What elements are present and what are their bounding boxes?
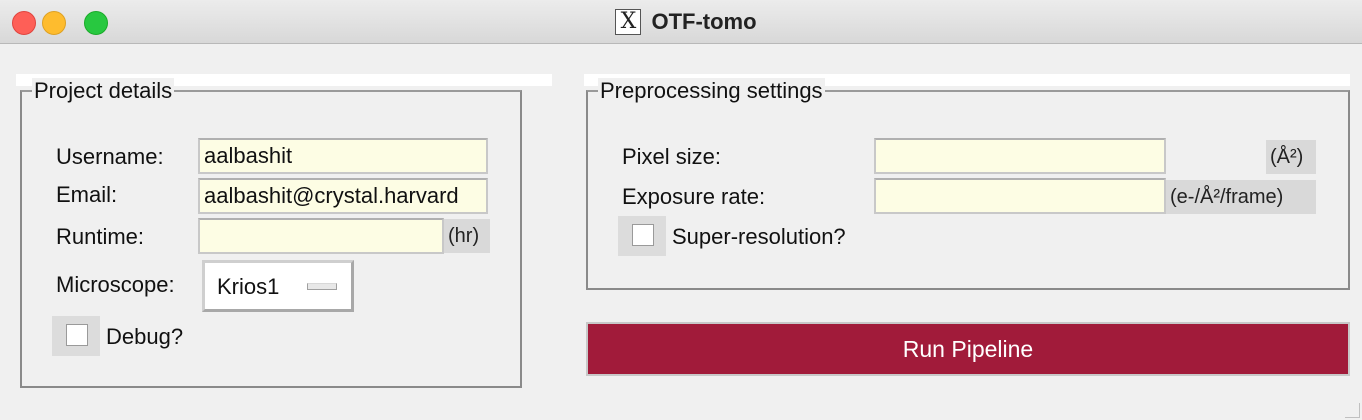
superres-checkbox[interactable] bbox=[632, 224, 654, 246]
username-label: Username: bbox=[56, 144, 164, 169]
exposure-rate-input[interactable] bbox=[874, 178, 1166, 214]
debug-label: Debug? bbox=[106, 324, 184, 349]
pixel-size-unit: (Å²) bbox=[1266, 140, 1316, 174]
debug-checkbox[interactable] bbox=[66, 324, 88, 346]
microscope-select[interactable]: Krios1 bbox=[202, 260, 354, 312]
runtime-input[interactable] bbox=[198, 218, 444, 254]
runtime-unit: (hr) bbox=[444, 219, 490, 253]
resize-grip-icon[interactable] bbox=[1345, 403, 1360, 418]
dropdown-indicator-icon bbox=[307, 283, 337, 290]
username-input[interactable] bbox=[198, 138, 488, 174]
preprocessing-settings-legend: Preprocessing settings bbox=[598, 78, 825, 104]
window-title: OTF-tomo bbox=[651, 9, 757, 34]
run-pipeline-button[interactable]: Run Pipeline bbox=[586, 322, 1350, 376]
runtime-label: Runtime: bbox=[56, 224, 145, 249]
microscope-label: Microscope: bbox=[56, 272, 175, 297]
email-input[interactable] bbox=[198, 178, 488, 214]
pixel-size-input[interactable] bbox=[874, 138, 1166, 174]
email-label: Email: bbox=[56, 182, 118, 207]
superres-checkbox-wrap[interactable] bbox=[618, 216, 666, 256]
exposure-rate-unit: (e-/Å²/frame) bbox=[1166, 180, 1316, 214]
superres-label: Super-resolution? bbox=[672, 224, 846, 249]
window-titlebar: X OTF-tomo bbox=[0, 0, 1362, 44]
x11-icon: X bbox=[615, 9, 642, 35]
debug-checkbox-wrap[interactable] bbox=[52, 316, 100, 356]
project-details-legend: Project details bbox=[32, 78, 175, 104]
pixel-size-label: Pixel size: bbox=[622, 144, 722, 169]
window-title-group: X OTF-tomo bbox=[0, 0, 1362, 44]
exposure-rate-label: Exposure rate: bbox=[622, 184, 766, 209]
microscope-selected-value: Krios1 bbox=[217, 274, 280, 299]
